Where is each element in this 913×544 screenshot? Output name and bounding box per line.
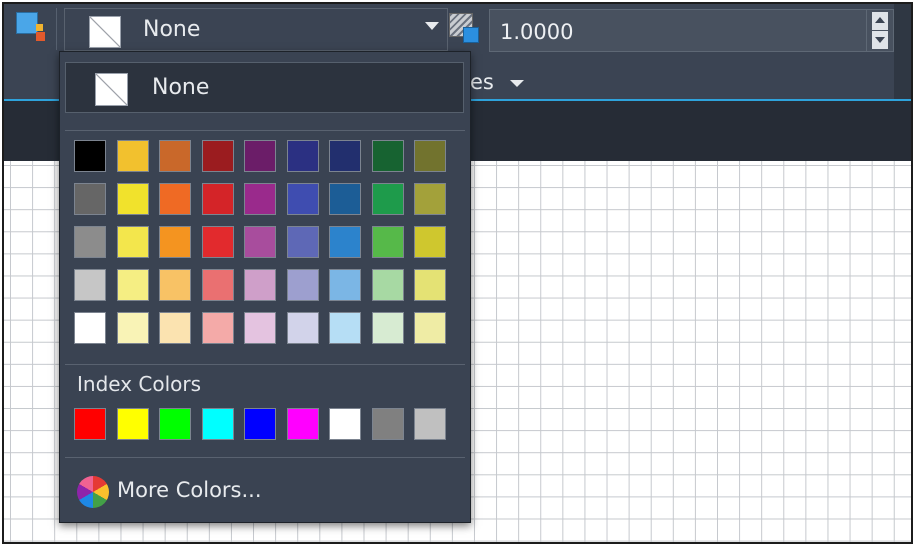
color-swatch[interactable]: [74, 140, 106, 172]
color-swatch[interactable]: [286, 183, 319, 215]
transparency-value: 1.0000: [500, 20, 574, 44]
color-swatch-icon: [16, 12, 38, 34]
color-swatch[interactable]: [286, 312, 319, 344]
color-swatch[interactable]: [201, 140, 234, 172]
transparency-spinner[interactable]: [866, 9, 894, 52]
more-colors-label: More Colors...: [117, 478, 262, 502]
spin-down-arrow-icon[interactable]: [872, 31, 888, 49]
color-swatch[interactable]: [159, 140, 191, 172]
index-color-swatch[interactable]: [371, 408, 404, 440]
divider: [65, 364, 465, 365]
no-color-icon: [89, 16, 121, 48]
color-swatch[interactable]: [371, 226, 404, 258]
index-colors-heading: Index Colors: [77, 372, 202, 396]
color-swatch[interactable]: [371, 183, 404, 215]
color-swatch[interactable]: [244, 226, 276, 258]
index-color-swatch[interactable]: [414, 408, 446, 440]
chevron-down-icon[interactable]: [425, 22, 439, 30]
color-swatch[interactable]: [371, 269, 404, 301]
color-swatch[interactable]: [244, 269, 276, 301]
color-swatch[interactable]: [414, 183, 446, 215]
color-wheel-icon: [77, 476, 109, 508]
hatch-color-button[interactable]: [16, 12, 48, 44]
color-swatch[interactable]: [201, 269, 234, 301]
divider: [65, 130, 465, 131]
transparency-input[interactable]: 1.0000: [489, 9, 867, 52]
properties-panel-label[interactable]: es: [470, 70, 494, 94]
background-color-combo[interactable]: None: [64, 8, 448, 51]
color-swatch[interactable]: [159, 269, 191, 301]
spin-up-arrow-icon[interactable]: [872, 12, 888, 30]
color-swatch[interactable]: [329, 140, 361, 172]
color-swatch[interactable]: [74, 226, 106, 258]
color-swatch[interactable]: [74, 183, 106, 215]
none-color-label: None: [152, 75, 210, 100]
no-color-icon: [95, 73, 128, 106]
color-swatch[interactable]: [116, 269, 149, 301]
color-swatch[interactable]: [414, 140, 446, 172]
transparency-icon: [449, 13, 479, 43]
index-color-swatch[interactable]: [74, 408, 106, 440]
color-swatch[interactable]: [116, 226, 149, 258]
color-dropdown-panel: None Index Colors More Colors...: [59, 51, 471, 523]
application-window: None 1.0000 es None Index Colors More Co…: [2, 2, 913, 544]
color-swatch[interactable]: [201, 183, 234, 215]
divider: [65, 457, 465, 458]
color-swatch[interactable]: [159, 183, 191, 215]
color-swatch[interactable]: [286, 226, 319, 258]
index-color-row: [74, 408, 454, 444]
index-color-swatch[interactable]: [159, 408, 191, 440]
color-swatch[interactable]: [414, 269, 446, 301]
background-color-value: None: [143, 17, 201, 42]
color-swatch[interactable]: [116, 183, 149, 215]
none-color-option[interactable]: None: [65, 62, 464, 113]
color-swatch[interactable]: [371, 140, 404, 172]
index-color-swatch[interactable]: [116, 408, 149, 440]
color-swatch[interactable]: [116, 140, 149, 172]
index-color-swatch[interactable]: [201, 408, 234, 440]
chevron-down-icon[interactable]: [510, 80, 524, 87]
color-swatch[interactable]: [74, 269, 106, 301]
color-swatch[interactable]: [286, 140, 319, 172]
color-swatch[interactable]: [286, 269, 319, 301]
color-swatch[interactable]: [244, 183, 276, 215]
color-swatch[interactable]: [159, 226, 191, 258]
index-color-swatch[interactable]: [329, 408, 361, 440]
color-swatch[interactable]: [329, 269, 361, 301]
color-swatch[interactable]: [244, 312, 276, 344]
color-swatch[interactable]: [329, 312, 361, 344]
index-color-swatch[interactable]: [244, 408, 276, 440]
color-swatch[interactable]: [201, 312, 234, 344]
color-swatch[interactable]: [414, 312, 446, 344]
color-swatch[interactable]: [371, 312, 404, 344]
color-swatch[interactable]: [116, 312, 149, 344]
ribbon-edge: [894, 4, 911, 99]
index-color-swatch[interactable]: [286, 408, 319, 440]
color-swatch[interactable]: [159, 312, 191, 344]
color-swatch[interactable]: [244, 140, 276, 172]
color-swatch[interactable]: [329, 226, 361, 258]
color-swatch[interactable]: [201, 226, 234, 258]
standard-color-palette: [74, 140, 454, 352]
color-swatch[interactable]: [414, 226, 446, 258]
color-swatch[interactable]: [329, 183, 361, 215]
color-swatch[interactable]: [74, 312, 106, 344]
